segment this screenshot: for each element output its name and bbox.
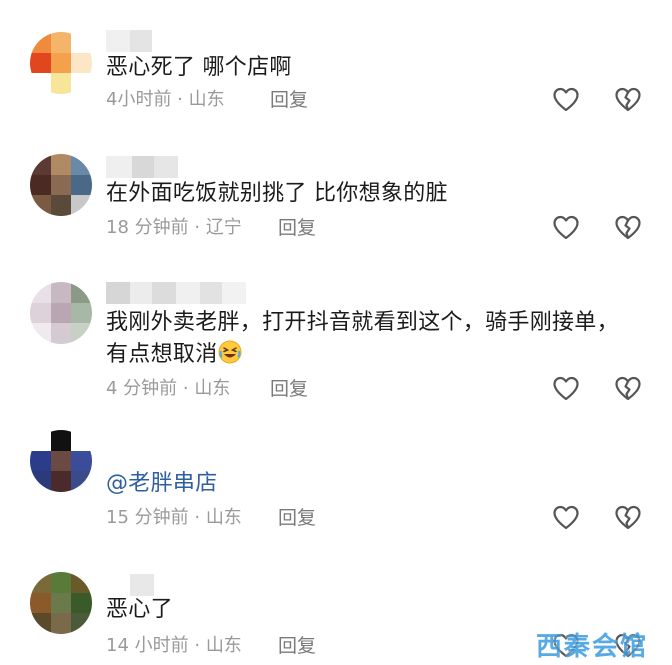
comment-text-content: 我刚外卖老胖，打开抖音就看到这个，骑手刚接单，有点想取消: [106, 310, 619, 367]
avatar[interactable]: [30, 32, 92, 94]
comment-time: 14 小时前: [106, 635, 189, 656]
heart-outline-icon[interactable]: [552, 375, 580, 403]
meta-separator: ·: [177, 378, 195, 399]
broken-heart-icon[interactable]: [614, 86, 642, 114]
meta-separator: ·: [188, 217, 206, 238]
avatar[interactable]: [30, 154, 92, 216]
comment-location: 山东: [194, 378, 231, 399]
comment-location: 辽宁: [205, 217, 242, 238]
heart-outline-icon[interactable]: [552, 86, 580, 114]
comment-text: 恶心了: [106, 597, 173, 622]
comment-location: 山东: [205, 507, 242, 528]
comment-meta: 14 小时前 · 山东: [106, 634, 242, 658]
comment-location: 山东: [205, 635, 242, 656]
comment-time: 4 分钟前: [106, 378, 178, 399]
meta-separator: ·: [188, 507, 206, 528]
username-masked[interactable]: [106, 30, 152, 52]
reply-button[interactable]: 回复: [270, 377, 308, 401]
watermark-logo: 西秦会馆: [536, 632, 649, 662]
comment-text: 在外面吃饭就别挑了 比你想象的脏: [106, 181, 448, 206]
meta-separator: ·: [171, 89, 189, 110]
meta-separator: ·: [188, 635, 206, 656]
comment-text: 恶心死了 哪个店啊: [106, 55, 292, 80]
comment-meta: 4 分钟前 · 山东: [106, 377, 230, 401]
heart-outline-icon[interactable]: [552, 214, 580, 242]
broken-heart-icon[interactable]: [614, 504, 642, 532]
comment-text: 我刚外卖老胖，打开抖音就看到这个，骑手刚接单，有点想取消: [106, 307, 626, 371]
comment-time: 15 分钟前: [106, 507, 189, 528]
reply-button[interactable]: 回复: [278, 216, 316, 240]
avatar[interactable]: [30, 430, 92, 492]
username-masked[interactable]: [106, 156, 178, 178]
username-masked[interactable]: [106, 574, 154, 596]
comment-text: @老胖串店: [106, 468, 626, 500]
reply-button[interactable]: 回复: [278, 634, 316, 658]
avatar[interactable]: [30, 572, 92, 634]
username-masked[interactable]: [106, 282, 246, 304]
reply-button[interactable]: 回复: [270, 88, 308, 112]
reply-button[interactable]: 回复: [278, 506, 316, 530]
comment-meta: 18 分钟前 · 辽宁: [106, 216, 242, 240]
mention-link[interactable]: @老胖串店: [106, 471, 218, 496]
comment-meta: 4小时前 · 山东: [106, 88, 225, 112]
comment-time: 4小时前: [106, 89, 172, 110]
rolling-laughing-emoji-icon: [218, 340, 242, 364]
broken-heart-icon[interactable]: [614, 375, 642, 403]
comment-meta: 15 分钟前 · 山东: [106, 506, 242, 530]
broken-heart-icon[interactable]: [614, 214, 642, 242]
comment-location: 山东: [188, 89, 225, 110]
comment-time: 18 分钟前: [106, 217, 189, 238]
avatar[interactable]: [30, 282, 92, 344]
heart-outline-icon[interactable]: [552, 504, 580, 532]
